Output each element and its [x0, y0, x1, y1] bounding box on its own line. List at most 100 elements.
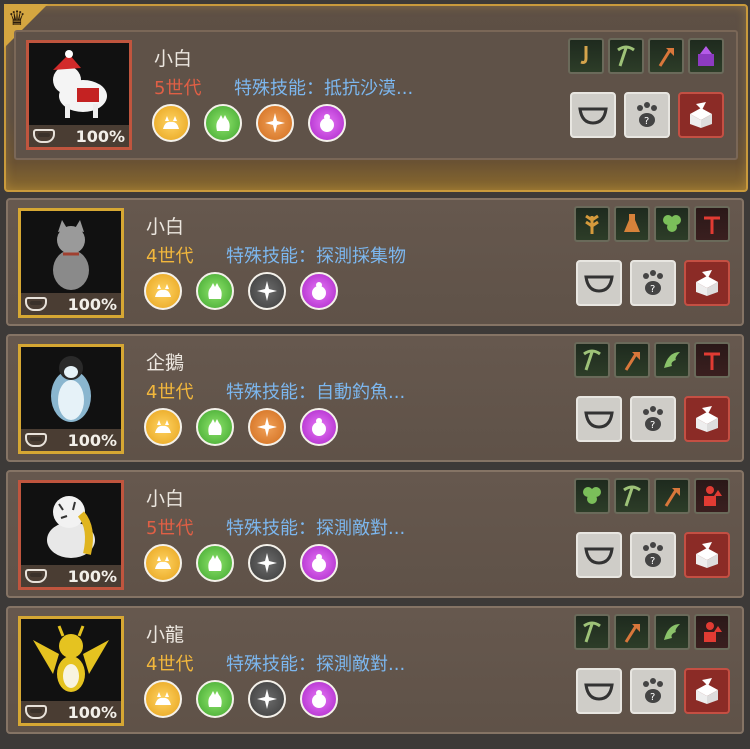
paw-info-button[interactable]: ? [630, 396, 676, 442]
feed-button[interactable] [576, 396, 622, 442]
feed-button[interactable] [570, 92, 616, 138]
bag-trait-icon[interactable] [308, 104, 346, 142]
pet-card-selected[interactable]: ♛ 100% 小白 5世代 特殊技能：抵抗沙漠... ? [4, 4, 748, 192]
pet-portrait[interactable]: 100% [18, 344, 124, 454]
bag-trait-icon[interactable] [300, 544, 338, 582]
white-dog-santa-image [29, 43, 129, 125]
red-person-icon[interactable] [694, 614, 730, 650]
cat-trait-icon[interactable] [144, 272, 182, 310]
compass-trait-icon[interactable] [248, 408, 286, 446]
action-row: ? [570, 92, 724, 138]
pet-card[interactable]: 100% 小白 4世代 特殊技能：探測採集物 ? [6, 198, 744, 326]
feed-bar: 100% [21, 565, 121, 587]
svg-text:?: ? [650, 556, 655, 567]
feed-percent: 100% [67, 566, 117, 586]
pet-portrait[interactable]: 100% [26, 40, 132, 150]
pet-name: 小白 [146, 216, 185, 238]
hand-trait-icon[interactable] [196, 680, 234, 718]
pet-name: 企鵝 [146, 352, 185, 374]
release-button[interactable] [684, 396, 730, 442]
cat-trait-icon[interactable] [152, 104, 190, 142]
pet-name: 小白 [154, 48, 193, 70]
action-row: ? [576, 668, 730, 714]
feed-percent: 100% [75, 126, 125, 146]
cat-trait-icon[interactable] [144, 680, 182, 718]
red-hoe-icon[interactable] [694, 206, 730, 242]
feed-button[interactable] [576, 668, 622, 714]
clover-icon[interactable] [574, 478, 610, 514]
hand-trait-icon[interactable] [196, 272, 234, 310]
clover-icon[interactable] [654, 206, 690, 242]
bag-trait-icon[interactable] [300, 680, 338, 718]
svg-text:?: ? [644, 116, 649, 127]
wing-icon[interactable] [654, 614, 690, 650]
trait-row [144, 408, 338, 446]
pet-generation: 4世代 [146, 654, 194, 675]
cat-trait-icon[interactable] [144, 544, 182, 582]
feed-bar: 100% [29, 125, 129, 147]
pickaxe-icon[interactable] [608, 38, 644, 74]
axe-icon[interactable] [648, 38, 684, 74]
pickaxe-icon[interactable] [574, 342, 610, 378]
compass-trait-icon[interactable] [248, 544, 286, 582]
pet-card[interactable]: 100% 小龍 4世代 特殊技能：探測敵對... ? [6, 606, 744, 734]
hand-trait-icon[interactable] [204, 104, 242, 142]
bag-trait-icon[interactable] [300, 272, 338, 310]
compass-trait-icon[interactable] [248, 272, 286, 310]
trait-row [144, 544, 338, 582]
paw-info-button[interactable]: ? [624, 92, 670, 138]
bowl-icon [33, 129, 55, 143]
svg-text:?: ? [650, 692, 655, 703]
gold-dragon-image [21, 619, 121, 701]
pickaxe-icon[interactable] [574, 614, 610, 650]
cat-trait-icon[interactable] [144, 408, 182, 446]
svg-text:?: ? [650, 284, 655, 295]
axe-icon[interactable] [654, 478, 690, 514]
feed-button[interactable] [576, 260, 622, 306]
feed-percent: 100% [67, 430, 117, 450]
axe-icon[interactable] [614, 342, 650, 378]
flask-icon[interactable] [614, 206, 650, 242]
bag-trait-icon[interactable] [300, 408, 338, 446]
red-hoe-icon[interactable] [694, 342, 730, 378]
paw-info-button[interactable]: ? [630, 260, 676, 306]
release-button[interactable] [684, 532, 730, 578]
pet-name: 小龍 [146, 624, 185, 646]
pickaxe-icon[interactable] [614, 478, 650, 514]
bowl-icon [25, 705, 47, 719]
feed-bar: 100% [21, 429, 121, 451]
pet-card[interactable]: 100% 企鵝 4世代 特殊技能：自動釣魚... ? [6, 334, 744, 462]
skill-icon-row [574, 614, 730, 650]
wing-icon[interactable] [654, 342, 690, 378]
skill-icon-row [574, 206, 730, 242]
hand-trait-icon[interactable] [196, 544, 234, 582]
release-button[interactable] [684, 668, 730, 714]
red-person-icon[interactable] [694, 478, 730, 514]
pet-generation: 5世代 [154, 78, 202, 99]
purple-pickaxe-icon[interactable] [688, 38, 724, 74]
skill-icon-row [568, 38, 724, 74]
action-row: ? [576, 396, 730, 442]
feed-button[interactable] [576, 532, 622, 578]
pet-generation: 4世代 [146, 382, 194, 403]
release-button[interactable] [678, 92, 724, 138]
wheat-icon[interactable] [574, 206, 610, 242]
pet-special-skill: 特殊技能：自動釣魚... [226, 382, 406, 403]
axe-icon[interactable] [614, 614, 650, 650]
feed-bar: 100% [21, 701, 121, 723]
compass-trait-icon[interactable] [248, 680, 286, 718]
trait-row [144, 272, 338, 310]
hand-trait-icon[interactable] [196, 408, 234, 446]
pet-portrait[interactable]: 100% [18, 616, 124, 726]
compass-trait-icon[interactable] [256, 104, 294, 142]
pet-special-skill: 特殊技能：探測敵對... [226, 654, 406, 675]
paw-info-button[interactable]: ? [630, 668, 676, 714]
pet-special-skill: 特殊技能：探測敵對... [226, 518, 406, 539]
paw-info-button[interactable]: ? [630, 532, 676, 578]
pet-portrait[interactable]: 100% [18, 208, 124, 318]
pet-card[interactable]: 100% 小白 5世代 特殊技能：探測敵對... ? [6, 470, 744, 598]
release-button[interactable] [684, 260, 730, 306]
pet-card-body: 100% 小白 5世代 特殊技能：抵抗沙漠... ? [14, 30, 738, 160]
fishing-hook-icon[interactable] [568, 38, 604, 74]
pet-portrait[interactable]: 100% [18, 480, 124, 590]
